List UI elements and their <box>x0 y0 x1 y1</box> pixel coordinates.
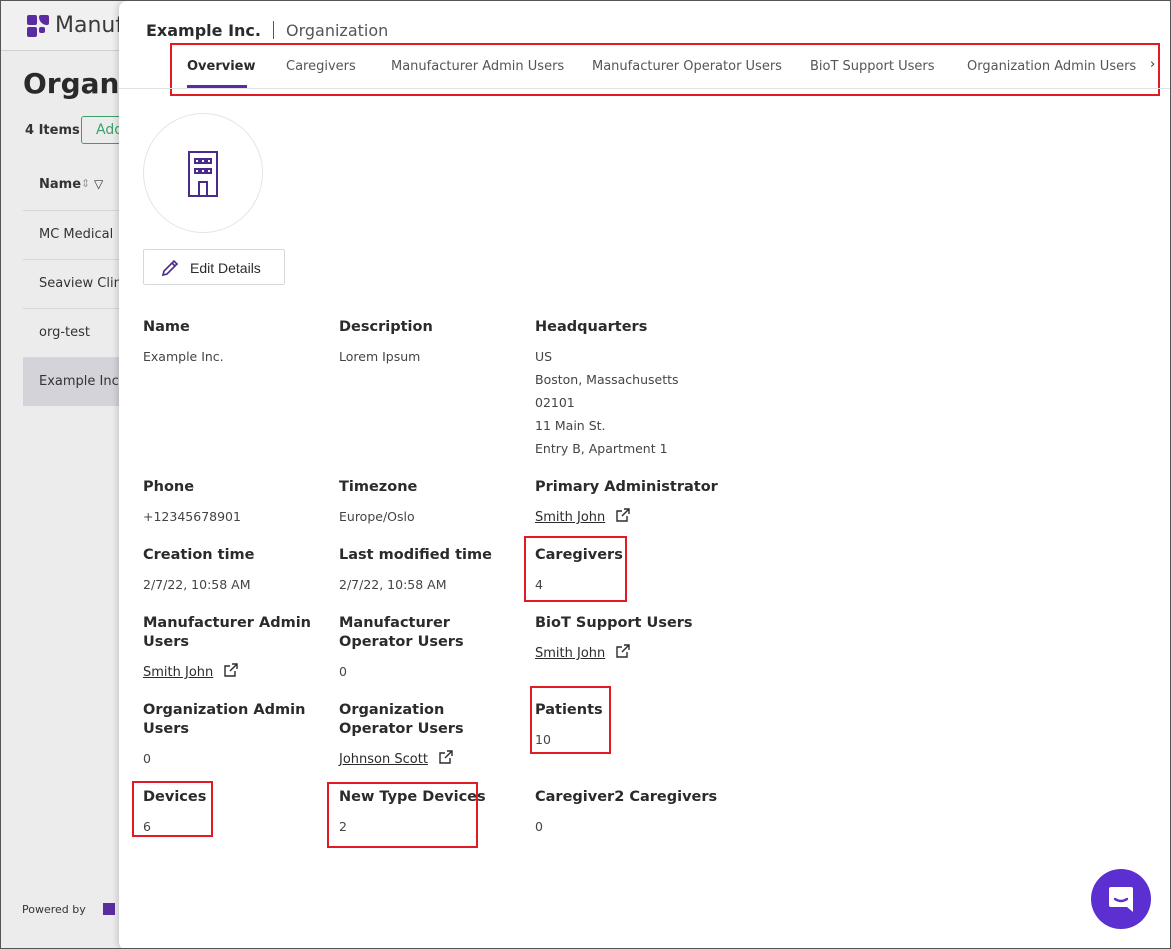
field-organization-admin-users: Organization Admin Users 0 <box>143 701 313 770</box>
field-name: Name Example Inc. <box>143 318 323 368</box>
primary-admin-link[interactable]: Smith John <box>535 510 605 525</box>
address-city: Boston, Massachusetts <box>535 372 679 387</box>
field-timezone: Timezone Europe/Oslo <box>339 478 519 528</box>
field-label: Manufacturer Admin Users <box>143 615 311 650</box>
field-description: Description Lorem Ipsum <box>339 318 519 368</box>
external-link-icon[interactable] <box>438 749 454 765</box>
address-line2: Entry B, Apartment 1 <box>535 441 668 456</box>
field-value: Europe/Oslo <box>339 509 415 524</box>
field-phone: Phone +12345678901 <box>143 478 323 528</box>
field-label: Manufacturer Operator Users <box>339 615 464 650</box>
tab-manufacturer-admin-users[interactable]: Manufacturer Admin Users <box>391 59 564 74</box>
field-last-modified-time: Last modified time 2/7/22, 10:58 AM <box>339 546 519 596</box>
field-label: Caregiver2 Caregivers <box>535 789 718 805</box>
drawer-header: Example Inc. Organization <box>146 21 388 40</box>
field-caregiver2-caregivers: Caregiver2 Caregivers 0 <box>535 788 735 838</box>
field-label: Last modified time <box>339 547 492 563</box>
address-street: 11 Main St. <box>535 418 606 433</box>
highlight-patients <box>530 686 611 754</box>
field-label: Description <box>339 319 433 335</box>
header-separator <box>272 21 274 39</box>
chat-icon <box>1109 887 1133 912</box>
external-link-icon[interactable] <box>615 643 631 659</box>
field-value: Smith John <box>143 660 313 684</box>
field-value: Johnson Scott <box>339 747 519 771</box>
field-headquarters: Headquarters US Boston, Massachusetts 02… <box>535 318 715 460</box>
pencil-icon <box>161 259 179 277</box>
address-zip: 02101 <box>535 395 575 410</box>
field-value: 2/7/22, 10:58 AM <box>339 577 447 592</box>
edit-details-label: Edit Details <box>190 260 261 276</box>
field-creation-time: Creation time 2/7/22, 10:58 AM <box>143 546 323 596</box>
field-value: Smith John <box>535 505 735 529</box>
field-label: Primary Administrator <box>535 479 718 495</box>
organization-drawer: Example Inc. Organization Overview Caregi… <box>119 1 1170 948</box>
tab-manufacturer-operator-users[interactable]: Manufacturer Operator Users <box>592 59 782 74</box>
highlight-devices <box>132 781 213 837</box>
entity-type: Organization <box>285 21 389 40</box>
app-window: Manuf Organiz 4 Items Add Name ⇕ ▽ MC Me… <box>0 0 1171 949</box>
field-manufacturer-operator-users: Manufacturer Operator Users 0 <box>339 614 519 683</box>
tabs-scroll-right-icon[interactable]: › <box>1150 57 1155 72</box>
manufacturer-admin-link[interactable]: Smith John <box>143 665 213 680</box>
field-value: 2/7/22, 10:58 AM <box>143 577 251 592</box>
chat-launcher-button[interactable] <box>1091 869 1151 929</box>
table-row[interactable]: Seaview Clinic <box>23 260 123 308</box>
field-label: Name <box>143 319 190 335</box>
address-country: US <box>535 349 553 364</box>
table-row-selected[interactable]: Example Inc. <box>23 358 123 406</box>
tab-biot-support-users[interactable]: BioT Support Users <box>810 59 934 74</box>
organization-operator-link[interactable]: Johnson Scott <box>339 752 428 767</box>
tab-overview[interactable]: Overview <box>187 59 256 74</box>
powered-by-logo-icon <box>103 903 115 915</box>
organization-avatar <box>143 113 263 233</box>
field-manufacturer-admin-users: Manufacturer Admin Users Smith John <box>143 614 313 684</box>
tab-organization-admin-users[interactable]: Organization Admin Users <box>967 59 1136 74</box>
external-link-icon[interactable] <box>615 507 631 523</box>
field-label: BioT Support Users <box>535 615 693 631</box>
external-link-icon[interactable] <box>223 662 239 678</box>
tab-caregivers[interactable]: Caregivers <box>286 59 356 74</box>
field-value: 0 <box>339 664 347 679</box>
table-row[interactable]: MC Medical <box>23 211 123 259</box>
field-value: 0 <box>535 819 543 834</box>
brand-logo-icon <box>27 15 49 37</box>
field-label: Organization Admin Users <box>143 702 306 737</box>
biot-support-link[interactable]: Smith John <box>535 646 605 661</box>
column-header-name[interactable]: Name <box>39 177 81 192</box>
field-label: Creation time <box>143 547 255 563</box>
field-value: Example Inc. <box>143 349 224 364</box>
highlight-new-type-devices <box>327 782 478 848</box>
powered-by-label: Powered by <box>22 903 86 916</box>
brand-name: Manuf <box>55 13 124 38</box>
field-label: Organization Operator Users <box>339 702 464 737</box>
field-value: Smith John <box>535 641 735 665</box>
items-count: 4 Items <box>25 123 80 138</box>
field-label: Headquarters <box>535 319 648 335</box>
highlight-caregivers <box>524 536 627 602</box>
edit-details-button[interactable]: Edit Details <box>143 249 285 285</box>
field-value: 0 <box>143 751 151 766</box>
tabs-divider <box>119 88 1170 89</box>
field-value: +12345678901 <box>143 509 241 524</box>
field-organization-operator-users: Organization Operator Users Johnson Scot… <box>339 701 519 771</box>
field-primary-administrator: Primary Administrator Smith John <box>535 478 735 529</box>
field-label: Timezone <box>339 479 418 495</box>
filter-icon[interactable]: ▽ <box>94 177 103 191</box>
field-label: Phone <box>143 479 195 495</box>
sort-icon[interactable]: ⇕ <box>81 177 90 190</box>
table-row[interactable]: org-test <box>23 309 123 357</box>
headquarters-address: US Boston, Massachusetts 02101 11 Main S… <box>535 345 715 460</box>
building-icon <box>188 151 218 197</box>
field-biot-support-users: BioT Support Users Smith John <box>535 614 735 665</box>
field-value: Lorem Ipsum <box>339 349 421 364</box>
entity-name: Example Inc. <box>146 21 261 40</box>
